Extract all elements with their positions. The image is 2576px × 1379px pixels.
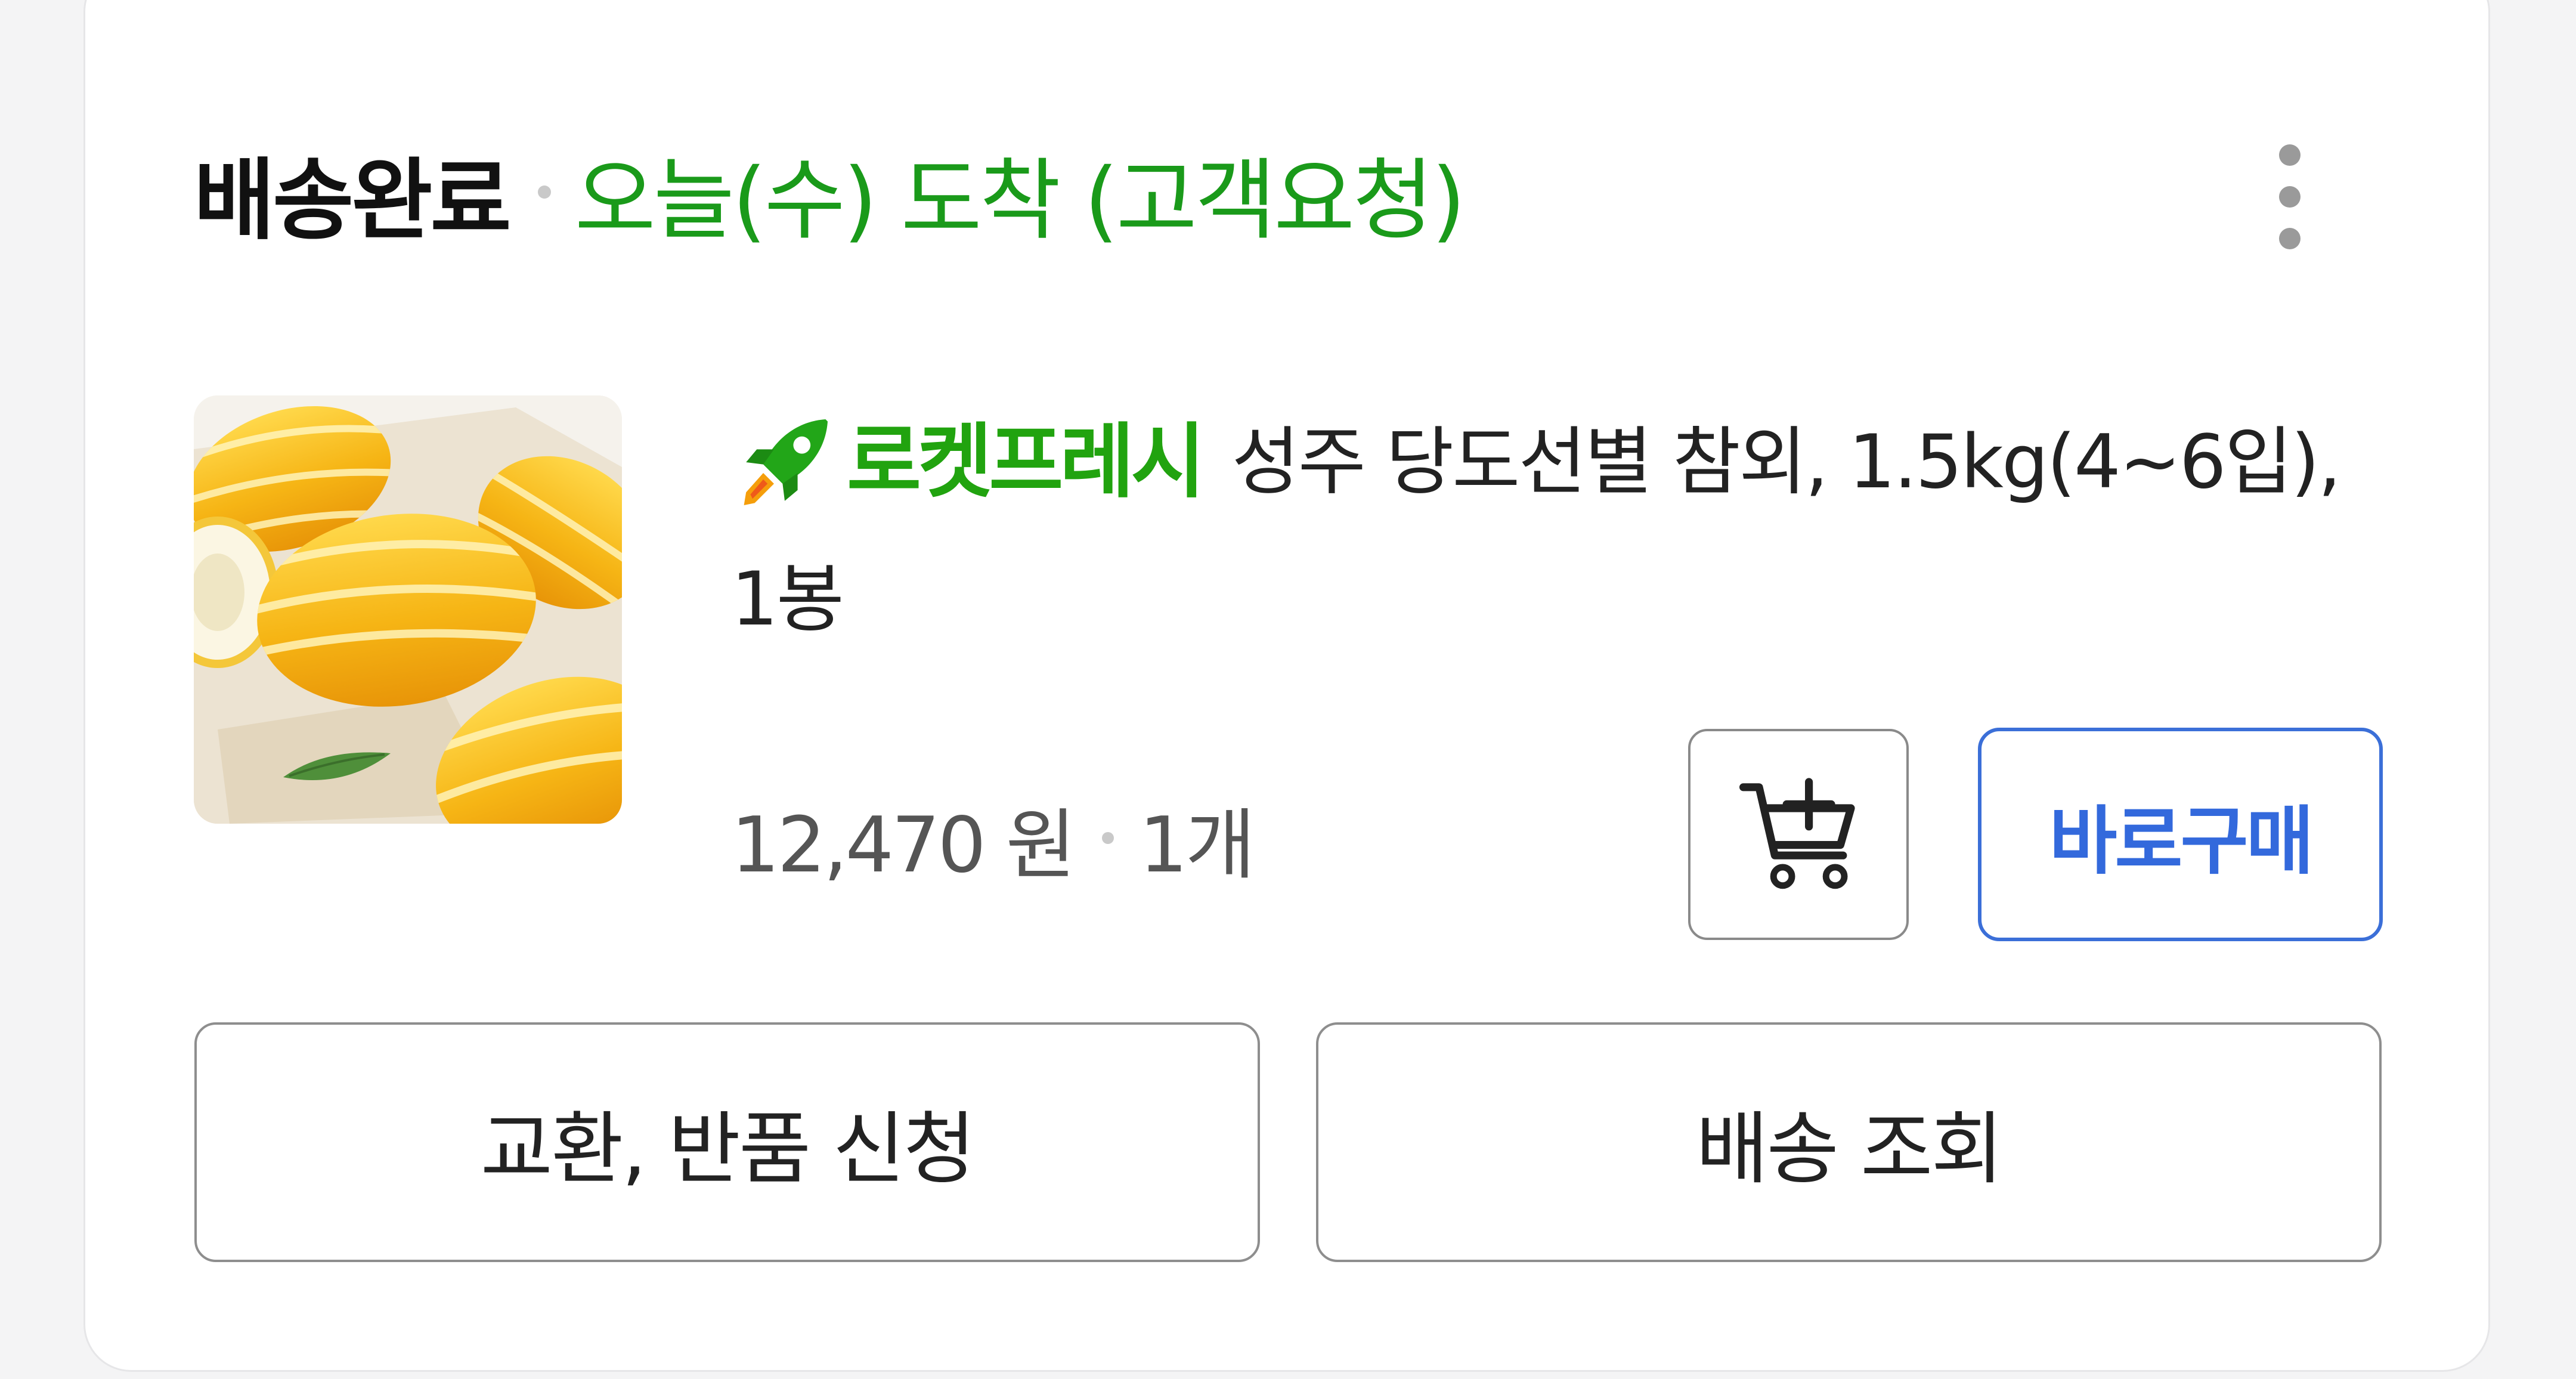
- separator-dot: [1102, 832, 1114, 844]
- product-price: 12,470 원: [731, 800, 1076, 890]
- kebab-dot: [2279, 228, 2301, 249]
- price-row: 12,470 원 1개: [731, 784, 1256, 892]
- add-to-cart-button[interactable]: [1688, 729, 1909, 940]
- delivery-status: 배송완료: [194, 149, 512, 252]
- exchange-return-button[interactable]: 교환, 반품 신청: [194, 1022, 1260, 1262]
- kebab-dot: [2279, 186, 2301, 208]
- product-thumbnail[interactable]: [194, 395, 622, 824]
- more-vertical-icon[interactable]: [2266, 137, 2314, 256]
- add-to-cart-icon: [1739, 778, 1855, 889]
- buy-now-button[interactable]: 바로구매: [1978, 728, 2383, 941]
- product-quantity: 1개: [1139, 800, 1255, 890]
- arrival-info: 오늘(수) 도착 (고객요청): [574, 149, 1466, 252]
- separator-dot: [537, 185, 551, 199]
- rocket-fresh-label: 로켓프레시: [847, 415, 1206, 509]
- delivery-status-row: 배송완료 오늘(수) 도착 (고객요청): [194, 126, 1466, 258]
- rocket-icon: [744, 419, 828, 505]
- track-delivery-button[interactable]: 배송 조회: [1316, 1022, 2382, 1262]
- kebab-dot: [2279, 144, 2301, 166]
- product-title[interactable]: 로켓프레시 성주 당도선별 참외, 1.5kg(4~6입), 1봉: [731, 394, 2401, 668]
- melon-image: [194, 395, 622, 824]
- rocket-fresh-badge: 로켓프레시: [731, 394, 1206, 531]
